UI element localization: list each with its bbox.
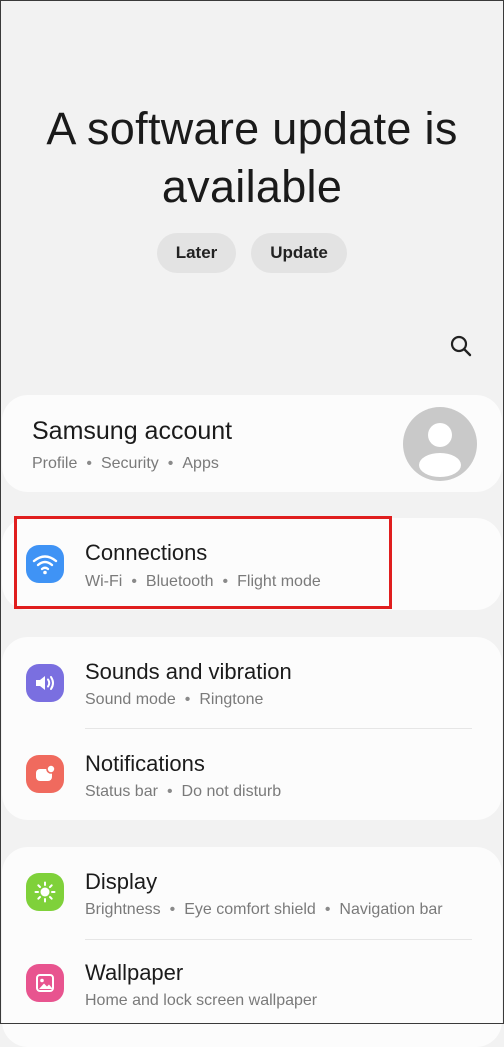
update-actions: Later Update [0,233,504,273]
subtitle-item: Profile [32,455,78,472]
separator-dot: • [166,783,173,800]
update-headline: A software update is available [0,100,504,216]
notifications-subtitle: Status bar • Do not disturb [85,783,281,801]
samsung-account-title: Samsung account [32,417,233,445]
subtitle-item: Home and lock screen wallpaper [85,992,318,1009]
separator-dot: • [86,455,92,472]
avatar[interactable] [403,407,477,481]
sun-icon [26,873,64,911]
settings-item-wallpaper[interactable]: Wallpaper Home and lock screen wallpaper [2,940,502,1040]
subtitle-item: Navigation bar [339,901,443,918]
separator-dot: • [324,901,331,918]
samsung-account-subtitle: Profile • Security • Apps [32,455,219,473]
highlight-box [14,516,392,609]
wallpaper-title: Wallpaper [85,960,184,985]
search-button[interactable] [446,331,476,361]
notifications-title: Notifications [85,751,205,776]
image-icon [26,964,64,1002]
sounds-notifications-card: Sounds and vibration Sound mode • Ringtone… [2,637,502,820]
update-headline-line2: available [161,161,343,212]
search-icon [450,335,472,357]
sounds-title: Sounds and vibration [85,659,292,684]
speaker-icon [26,664,64,702]
subtitle-item: Do not disturb [181,783,282,800]
separator-dot: • [167,455,174,472]
subtitle-item: Sound mode [85,691,176,708]
subtitle-item: Eye comfort shield [184,901,316,918]
subtitle-item: Brightness [85,901,161,918]
display-subtitle: Brightness • Eye comfort shield • Navigation… [85,901,443,919]
person-silhouette-icon [419,423,461,477]
display-title: Display [85,869,158,894]
settings-item-notifications[interactable]: Notifications Status bar • Do not disturb [2,729,502,820]
update-button[interactable]: Update [251,233,347,273]
separator-dot: • [184,691,191,708]
subtitle-item: Security [100,455,159,472]
update-headline-line1: A software update is [46,103,458,154]
wallpaper-subtitle: Home and lock screen wallpaper [85,992,317,1010]
later-button[interactable]: Later [157,233,236,273]
settings-item-display[interactable]: Display Brightness • Eye comfort shield • Na… [2,847,502,938]
subtitle-item: Status bar [85,783,158,800]
sounds-subtitle: Sound mode • Ringtone [85,691,263,709]
samsung-account-row[interactable]: Samsung account Profile • Security • Apps [2,395,502,492]
settings-item-sounds[interactable]: Sounds and vibration Sound mode • Ringtone [2,637,502,727]
subtitle-item: Apps [182,455,219,472]
subtitle-item: Ringtone [199,691,264,708]
separator-dot: • [169,901,176,918]
samsung-account-card[interactable]: Samsung account Profile • Security • Apps [2,395,502,492]
notification-badge-icon [26,755,64,793]
display-wallpaper-card: Display Brightness • Eye comfort shield • Na… [2,847,502,1047]
